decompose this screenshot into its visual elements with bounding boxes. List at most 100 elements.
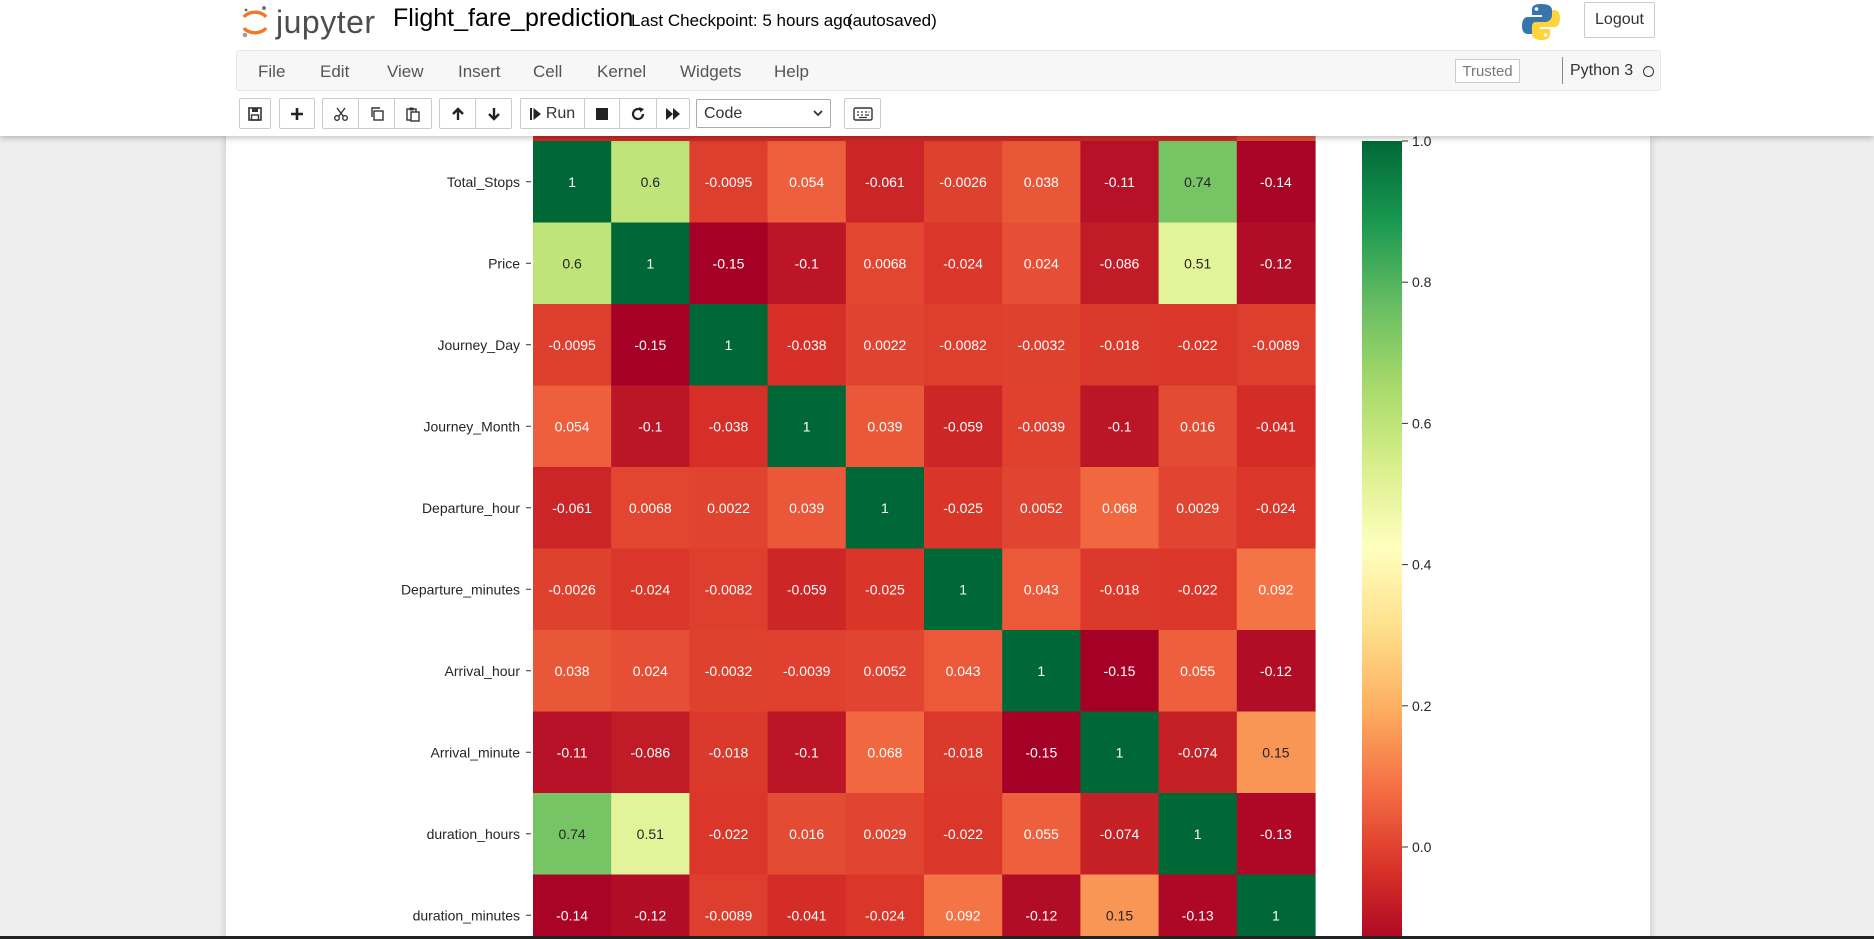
paste-button[interactable] xyxy=(394,98,432,129)
menu-view[interactable]: View xyxy=(387,62,424,82)
keyboard-icon xyxy=(852,106,873,121)
heatmap-cell-value: -0.086 xyxy=(1100,255,1140,271)
menu-help[interactable]: Help xyxy=(774,62,809,82)
heatmap-cell-value: 1 xyxy=(881,500,889,516)
heatmap-cell-value: 0.51 xyxy=(1184,255,1211,271)
heatmap-cell-value: -0.022 xyxy=(1178,581,1218,597)
heatmap-cell-value: -0.022 xyxy=(943,826,983,842)
heatmap-cell-value: 1 xyxy=(1194,826,1202,842)
heatmap-cell-value: -0.074 xyxy=(1100,826,1140,842)
heatmap-row-label: Total_Stops xyxy=(447,174,520,190)
heatmap-cell-value: 0.016 xyxy=(1180,418,1215,434)
python-logo-icon xyxy=(1522,4,1560,40)
heatmap-cell-value: 0.0052 xyxy=(1020,500,1063,516)
menu-widgets[interactable]: Widgets xyxy=(680,62,741,82)
heatmap-cell-value: 1 xyxy=(1037,663,1045,679)
trusted-indicator[interactable]: Trusted xyxy=(1455,59,1520,83)
heatmap-cell-partial xyxy=(689,136,769,142)
heatmap-cell-value: -0.024 xyxy=(865,907,905,923)
heatmap-cell-value: -0.15 xyxy=(1025,744,1057,760)
heatmap-cell-value: -0.0039 xyxy=(783,663,831,679)
heatmap-cell-value: -0.025 xyxy=(943,500,983,516)
restart-button[interactable] xyxy=(619,98,657,129)
kernel-name[interactable]: Python 3 xyxy=(1570,62,1633,80)
cut-icon xyxy=(333,107,348,121)
heatmap-cell-value: 1 xyxy=(959,581,967,597)
heatmap-cell-value: -0.14 xyxy=(556,907,588,923)
run-button[interactable]: Run xyxy=(520,98,585,129)
colorbar xyxy=(1362,141,1402,939)
heatmap-row-label: duration_minutes xyxy=(413,907,520,923)
heatmap-row-label: Price xyxy=(488,255,520,271)
cell-type-select[interactable]: Code xyxy=(696,99,831,128)
heatmap-cell-value: 0.038 xyxy=(1024,174,1059,190)
save-button[interactable] xyxy=(239,98,271,129)
heatmap-cell-value: 0.0068 xyxy=(863,255,906,271)
menu-insert[interactable]: Insert xyxy=(458,62,501,82)
heatmap-cell-partial xyxy=(924,136,1003,142)
cell-type-value: Code xyxy=(704,104,743,122)
heatmap-cell-value: 0.0029 xyxy=(863,826,906,842)
heatmap-cell-value: -0.0082 xyxy=(939,337,987,353)
heatmap-cell-value: 1 xyxy=(725,337,733,353)
heatmap-cell-value: -0.0032 xyxy=(705,663,753,679)
kernel-idle-icon xyxy=(1643,66,1654,77)
heatmap-cell-value: 0.024 xyxy=(1024,255,1059,271)
heatmap-cell-value: -0.0089 xyxy=(705,907,753,923)
heatmap-cell-value: 1 xyxy=(803,418,811,434)
heatmap-cell-value: 0.038 xyxy=(555,663,590,679)
heatmap-cell-value: -0.022 xyxy=(709,826,749,842)
copy-button[interactable] xyxy=(358,98,395,129)
heatmap-cell-value: -0.1 xyxy=(795,255,819,271)
menu-file[interactable]: File xyxy=(258,62,285,82)
heatmap-cell-value: -0.086 xyxy=(630,744,670,760)
copy-icon xyxy=(370,106,384,121)
heatmap-row-label: Arrival_minute xyxy=(431,744,521,760)
logout-button[interactable]: Logout xyxy=(1584,2,1655,38)
heatmap-cell-partial xyxy=(1236,136,1316,142)
heatmap-cell-value: 0.0068 xyxy=(629,500,672,516)
run-icon xyxy=(529,107,541,120)
run-label: Run xyxy=(545,104,576,122)
heatmap-cell-value: 0.054 xyxy=(789,174,824,190)
heatmap-cell-value: -0.0095 xyxy=(705,174,753,190)
heatmap-cell-value: 0.092 xyxy=(1258,581,1293,597)
move-down-icon xyxy=(487,107,500,121)
restart-run-all-button[interactable] xyxy=(656,98,690,129)
heatmap-cell-partial xyxy=(1080,136,1160,142)
heatmap-cell-value: -0.024 xyxy=(630,581,670,597)
menu-edit[interactable]: Edit xyxy=(320,62,349,82)
heatmap-cell-value: -0.0026 xyxy=(939,174,987,190)
heatmap-cell-value: 1 xyxy=(568,174,576,190)
heatmap-cell-value: -0.061 xyxy=(552,500,592,516)
notebook-title[interactable]: Flight_fare_prediction xyxy=(393,4,633,33)
interrupt-button[interactable] xyxy=(584,98,620,129)
heatmap-cell-partial xyxy=(1002,136,1081,142)
heatmap-row-label: Journey_Month xyxy=(423,418,520,434)
heatmap-cell-value: 0.024 xyxy=(633,663,668,679)
colorbar-tick-label: 0.2 xyxy=(1412,698,1432,714)
move-down-button[interactable] xyxy=(475,98,512,129)
cut-button[interactable] xyxy=(322,98,359,129)
heatmap-cell-value: -0.059 xyxy=(943,418,983,434)
menu-kernel[interactable]: Kernel xyxy=(597,62,646,82)
heatmap-cell-value: -0.15 xyxy=(713,255,745,271)
heatmap-cell-value: -0.025 xyxy=(865,581,905,597)
heatmap-cell-value: -0.12 xyxy=(1260,255,1292,271)
restart-icon xyxy=(631,106,645,120)
heatmap-cell-value: -0.074 xyxy=(1178,744,1218,760)
heatmap-cell-value: 0.068 xyxy=(1102,500,1137,516)
insert-cell-button[interactable] xyxy=(279,98,315,129)
command-palette-button[interactable] xyxy=(844,98,881,129)
colorbar-tick-label: 0.4 xyxy=(1412,557,1432,573)
checkpoint-status: Last Checkpoint: 5 hours ago xyxy=(631,11,853,30)
menu-cell[interactable]: Cell xyxy=(533,62,562,82)
heatmap-cell-value: 0.15 xyxy=(1262,744,1289,760)
heatmap-cell-value: -0.024 xyxy=(943,255,983,271)
heatmap-cell-value: 0.6 xyxy=(562,255,582,271)
jupyter-logo[interactable]: jupyter xyxy=(240,2,376,42)
stop-icon xyxy=(596,107,608,120)
heatmap-cell-value: 0.0029 xyxy=(1176,500,1219,516)
heatmap-cell-value: 1 xyxy=(1116,744,1124,760)
move-up-button[interactable] xyxy=(439,98,476,129)
